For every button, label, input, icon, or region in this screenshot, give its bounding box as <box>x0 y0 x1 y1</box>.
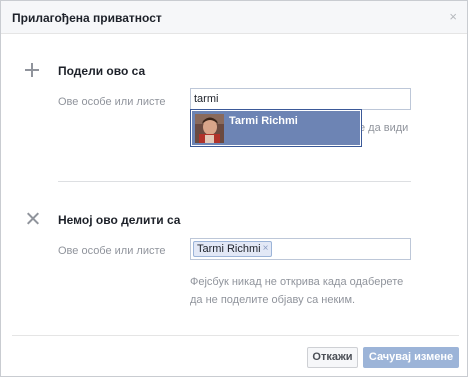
avatar <box>195 114 224 143</box>
share-section-title: Подели ово са <box>58 64 146 78</box>
save-changes-button[interactable]: Сачувај измене <box>363 347 459 368</box>
dialog-header: Прилагођена приватност × <box>1 1 467 34</box>
share-people-input[interactable]: tarmi <box>190 88 411 110</box>
obscured-helper-text: е да види <box>359 122 409 134</box>
share-field-label: Ове особе или листе <box>58 96 166 108</box>
token-remove-icon[interactable]: × <box>263 242 269 256</box>
noshare-section-title: Немој ово делити са <box>58 213 181 227</box>
privacy-note: Фејсбук никад не открива када одаберете … <box>190 276 404 306</box>
token-label: Tarmi Richmi <box>197 243 261 255</box>
close-icon[interactable]: × <box>449 10 457 24</box>
plus-icon <box>25 63 39 77</box>
section-divider <box>58 181 411 182</box>
suggestion-dropdown: Tarmi Richmi <box>190 109 362 147</box>
noshare-people-input[interactable]: Tarmi Richmi × <box>190 238 411 260</box>
x-icon <box>26 212 40 226</box>
custom-privacy-dialog: Прилагођена приватност × Подели ово са О… <box>0 0 468 377</box>
cancel-button[interactable]: Откажи <box>307 347 358 368</box>
footer-divider <box>12 335 459 336</box>
person-token: Tarmi Richmi × <box>193 241 273 257</box>
suggestion-name: Tarmi Richmi <box>229 115 298 127</box>
share-input-value: tarmi <box>194 93 219 105</box>
noshare-field-label: Ове особе или листе <box>58 245 166 257</box>
suggestion-item[interactable]: Tarmi Richmi <box>192 111 360 145</box>
dialog-title: Прилагођена приватност <box>12 11 162 25</box>
